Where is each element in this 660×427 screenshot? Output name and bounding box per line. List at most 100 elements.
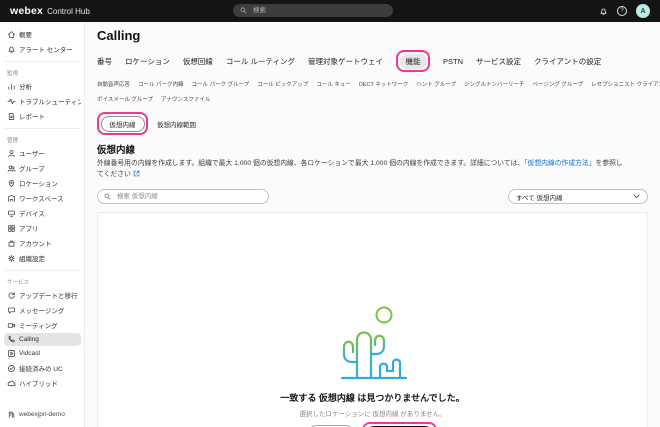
location-filter-dropdown[interactable]: すべて 仮想内線 bbox=[508, 189, 648, 205]
pulse-icon bbox=[7, 98, 16, 104]
subnav-dect-network[interactable]: DECT ネットワーク bbox=[359, 80, 408, 90]
annotation-highlight-virtual-extension-toggle: 仮想内線 bbox=[97, 112, 148, 135]
tab-virtual-lines[interactable]: 仮想回線 bbox=[183, 56, 213, 67]
sidebar-item-account[interactable]: アカウント bbox=[4, 236, 81, 250]
org-name: webexjpn-demo bbox=[19, 411, 65, 418]
sidebar-item-connected-uc[interactable]: 接続済みの UC bbox=[4, 361, 81, 375]
how-to-create-link[interactable]: 「仮想内線の作成方法」 bbox=[524, 160, 595, 167]
sidebar-item-label: 分析 bbox=[19, 84, 32, 91]
sidebar-item-apps[interactable]: アプリ bbox=[4, 221, 81, 235]
tab-pstn[interactable]: PSTN bbox=[443, 57, 463, 66]
bar-chart-icon bbox=[8, 83, 15, 90]
subnav-announcement-files[interactable]: アナウンスファイル bbox=[161, 95, 210, 105]
apps-icon bbox=[8, 224, 15, 232]
feature-subnav-row2: ボイスメール グループ アナウンスファイル bbox=[97, 95, 648, 105]
sidebar-item-label: グループ bbox=[19, 166, 45, 173]
location-pin-icon bbox=[8, 179, 15, 187]
sidebar-item-analytics[interactable]: 分析 bbox=[4, 79, 81, 93]
group-icon bbox=[7, 164, 16, 172]
sidebar-item-label: トラブルシューティング bbox=[19, 99, 81, 106]
sidebar-item-label: デバイス bbox=[19, 211, 45, 218]
webex-logo: webex bbox=[10, 5, 44, 17]
building-icon bbox=[8, 411, 15, 418]
empty-state: 一致する 仮想内線 は見つかりませんでした。 選択したロケーションに 仮想内線 … bbox=[280, 304, 465, 427]
sidebar-item-devices[interactable]: デバイス bbox=[4, 206, 81, 220]
global-search-input[interactable] bbox=[251, 6, 386, 15]
sidebar-item-hybrid[interactable]: ハイブリッド bbox=[4, 376, 81, 390]
subnav-hunt-group[interactable]: ハント グループ bbox=[416, 80, 456, 90]
cloud-icon bbox=[7, 380, 16, 386]
sidebar-divider bbox=[5, 128, 80, 129]
sidebar-item-label: 組織設定 bbox=[19, 256, 45, 263]
section-heading: 仮想内線 bbox=[97, 145, 136, 156]
sidebar-item-meetings[interactable]: ミーティング bbox=[4, 318, 81, 332]
subnav-auto-attendant[interactable]: 自動音声応答 bbox=[97, 80, 130, 90]
tab-features[interactable]: 機能 bbox=[399, 53, 427, 69]
subnav-single-number-reach[interactable]: シングルナンバーリーチ bbox=[464, 80, 525, 90]
account-icon bbox=[8, 240, 15, 247]
sidebar-item-locations[interactable]: ロケーション bbox=[4, 176, 81, 190]
notifications-bell-icon[interactable] bbox=[599, 7, 608, 16]
empty-state-actions: 一括管理 仮想内線 を作成 bbox=[308, 422, 437, 427]
desert-cactus-illustration bbox=[341, 306, 408, 380]
sidebar-item-org-settings[interactable]: 組織設定 bbox=[4, 251, 81, 265]
device-icon bbox=[8, 210, 15, 217]
sidebar-item-users[interactable]: ユーザー bbox=[4, 146, 81, 160]
tab-call-routing[interactable]: コール ルーティング bbox=[226, 56, 295, 67]
sidebar-item-label: Vidcast bbox=[19, 350, 41, 357]
sidebar-item-troubleshooting[interactable]: トラブルシューティング bbox=[4, 94, 81, 108]
sidebar: 概要 アラート センター 監視 分析 トラブルシューティング レポート 管理 bbox=[0, 22, 85, 427]
connected-uc-icon bbox=[8, 364, 15, 372]
org-switcher[interactable]: webexjpn-demo bbox=[4, 408, 81, 421]
help-icon[interactable]: ? bbox=[617, 6, 627, 16]
sidebar-item-alert-center[interactable]: アラート センター bbox=[4, 42, 81, 56]
tab-numbers[interactable]: 番号 bbox=[97, 56, 112, 67]
product-name: Control Hub bbox=[47, 7, 90, 16]
global-search[interactable] bbox=[233, 4, 393, 17]
user-icon bbox=[8, 149, 15, 157]
subnav-receptionist-client[interactable]: レセプショニスト クライアント bbox=[591, 80, 660, 90]
sidebar-item-label: 接続済みの UC bbox=[19, 366, 63, 373]
tab-managed-gateways[interactable]: 管理対象ゲートウェイ bbox=[308, 56, 383, 67]
subnav-call-park-extension[interactable]: コール パーク内線 bbox=[138, 80, 184, 90]
tab-service-settings[interactable]: サービス設定 bbox=[476, 56, 521, 67]
toggle-virtual-extension-range[interactable]: 仮想内線範囲 bbox=[157, 119, 196, 129]
description-text: 外線番号用の内線を作成します。組織で最大 1,000 個の仮想内線、各ロケーショ… bbox=[97, 160, 525, 167]
top-header: webex Control Hub ? A bbox=[0, 0, 660, 22]
external-link-icon bbox=[133, 170, 139, 176]
sidebar-item-overview[interactable]: 概要 bbox=[4, 27, 81, 41]
toggle-virtual-extension[interactable]: 仮想内線 bbox=[100, 115, 145, 132]
sidebar-item-label: メッセージング bbox=[19, 308, 65, 315]
avatar[interactable]: A bbox=[636, 4, 650, 18]
virtual-extension-search-input[interactable] bbox=[115, 192, 262, 202]
empty-state-title: 一致する 仮想内線 は見つかりませんでした。 bbox=[280, 393, 465, 404]
sidebar-item-label: ユーザー bbox=[19, 151, 45, 158]
sidebar-section-management: 管理 bbox=[7, 138, 19, 144]
page-title: Calling bbox=[97, 28, 141, 43]
search-icon bbox=[104, 193, 111, 200]
sidebar-item-workspaces[interactable]: ワークスペース bbox=[4, 191, 81, 205]
tab-locations[interactable]: ロケーション bbox=[125, 56, 170, 67]
chat-icon bbox=[8, 307, 15, 314]
subnav-call-park-group[interactable]: コール パーク グループ bbox=[192, 80, 250, 90]
annotation-highlight-create-button: 仮想内線 を作成 bbox=[362, 422, 437, 427]
sidebar-item-reports[interactable]: レポート bbox=[4, 109, 81, 123]
subnav-voicemail-group[interactable]: ボイスメール グループ bbox=[97, 95, 153, 105]
sidebar-item-messaging[interactable]: メッセージング bbox=[4, 303, 81, 317]
chevron-down-icon bbox=[633, 194, 640, 199]
sidebar-divider bbox=[5, 61, 80, 62]
subnav-call-pickup[interactable]: コール ピックアップ bbox=[257, 80, 308, 90]
virtual-extension-search[interactable] bbox=[97, 189, 269, 205]
sidebar-item-vidcast[interactable]: Vidcast bbox=[4, 347, 81, 360]
sidebar-item-calling[interactable]: Calling bbox=[4, 333, 81, 346]
sidebar-item-groups[interactable]: グループ bbox=[4, 161, 81, 175]
sidebar-item-updates-migration[interactable]: アップデートと移行 bbox=[4, 288, 81, 302]
webex-control-hub-app: webex Control Hub ? A 概要 アラート センター 監視 bbox=[0, 0, 660, 427]
report-icon bbox=[8, 112, 15, 120]
subnav-call-queue[interactable]: コール キュー bbox=[316, 80, 351, 90]
sidebar-item-label: ロケーション bbox=[19, 181, 58, 188]
section-description: 外線番号用の内線を作成します。組織で最大 1,000 個の仮想内線、各ロケーショ… bbox=[97, 159, 625, 180]
subnav-paging-group[interactable]: ページング グループ bbox=[532, 80, 583, 90]
gear-icon bbox=[7, 254, 16, 262]
tab-client-settings[interactable]: クライアントの設定 bbox=[534, 56, 601, 67]
